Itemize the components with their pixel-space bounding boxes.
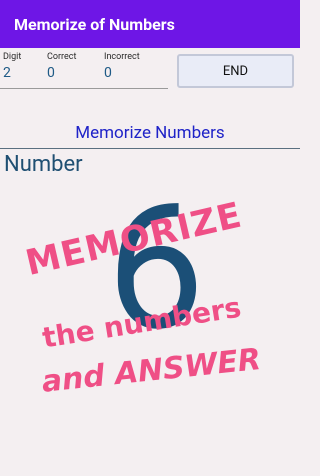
stat-incorrect-value: 0 bbox=[104, 65, 112, 81]
stat-correct-label: Correct bbox=[47, 52, 77, 62]
stats-panel: Digit 2 Correct 0 Incorrect 0 bbox=[0, 50, 168, 89]
stat-digit-value: 2 bbox=[3, 65, 11, 81]
section-title: Memorize Numbers bbox=[75, 123, 225, 143]
app-title: Memorize of Numbers bbox=[14, 14, 175, 34]
stat-correct-value: 0 bbox=[47, 65, 55, 81]
end-button[interactable]: END bbox=[177, 54, 294, 88]
app-bar: Memorize of Numbers bbox=[0, 0, 300, 48]
stat-digit-label: Digit bbox=[3, 52, 22, 62]
number-label: Number bbox=[4, 152, 83, 177]
stat-incorrect-label: Incorrect bbox=[104, 52, 140, 62]
divider bbox=[0, 148, 300, 149]
